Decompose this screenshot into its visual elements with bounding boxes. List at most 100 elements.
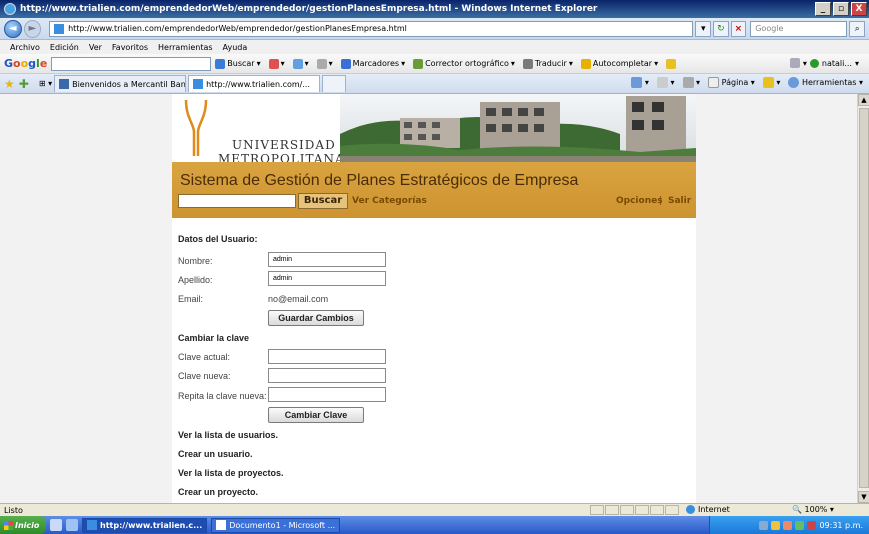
name-field[interactable]: admin (268, 252, 386, 267)
google-search-button[interactable]: Buscar ▾ (215, 58, 261, 69)
email-label: Email: (178, 294, 204, 304)
quicklaunch-desktop-icon[interactable] (50, 519, 62, 531)
address-bar[interactable]: http://www.trialien.com/emprendedorWeb/e… (49, 20, 694, 37)
start-button[interactable]: Inicio (0, 516, 46, 534)
google-user[interactable]: ▾ natali... ▾ (789, 58, 859, 68)
exit-link[interactable]: Salir (668, 196, 691, 206)
feeds-button[interactable]: ▾ (656, 77, 675, 88)
printer-icon (682, 77, 694, 88)
change-password-button[interactable]: Cambiar Clave (268, 407, 364, 423)
menu-edicion[interactable]: Edición (50, 43, 79, 52)
page-icon (54, 23, 65, 34)
create-user-link[interactable]: Crear un usuario. (178, 449, 253, 459)
stop-button[interactable]: × (730, 20, 747, 37)
home-button[interactable]: ▾ (631, 77, 649, 88)
zoom-level[interactable]: 🔍 100% ▾ (792, 505, 834, 514)
wrench-icon (316, 58, 327, 69)
scroll-up-button[interactable]: ▲ (858, 94, 869, 106)
pencil-button[interactable] (666, 58, 677, 69)
repeat-password-field[interactable] (268, 387, 386, 402)
forward-button[interactable]: ► (23, 19, 42, 38)
ie-icon (4, 3, 16, 15)
star-icon (340, 58, 351, 69)
page-menu[interactable]: Página ▾ (708, 77, 755, 88)
new-password-field[interactable] (268, 368, 386, 383)
tray-icon[interactable] (795, 520, 805, 530)
menu-favoritos[interactable]: Favoritos (112, 43, 148, 52)
window-titlebar: http://www.trialien.com/emprendedorWeb/e… (0, 0, 869, 18)
tools-menu[interactable]: Herramientas ▾ (788, 77, 863, 88)
menu-ayuda[interactable]: Ayuda (223, 43, 248, 52)
security-zone[interactable]: Internet (686, 505, 730, 514)
maximize-button[interactable]: ▫ (833, 2, 849, 16)
menu-ver[interactable]: Ver (89, 43, 102, 52)
list-users-link[interactable]: Ver la lista de usuarios. (178, 430, 278, 440)
create-project-link[interactable]: Crear un proyecto. (178, 487, 258, 497)
tray-icon[interactable] (759, 520, 769, 530)
site-search-input[interactable] (178, 194, 296, 208)
window-title: http://www.trialien.com/emprendedorWeb/e… (20, 4, 598, 14)
quick-tabs-icon[interactable]: ⊞ ▾ (39, 79, 52, 88)
menu-archivo[interactable]: Archivo (10, 43, 40, 52)
popup-blocker-button[interactable]: ▾ (268, 58, 285, 69)
lastname-label: Apellido: (178, 275, 213, 285)
refresh-button[interactable]: ↻ (713, 20, 729, 37)
word-task-icon (216, 520, 227, 530)
menu-herramientas[interactable]: Herramientas (158, 43, 213, 52)
site-search-button[interactable]: Buscar (298, 193, 348, 209)
share-button[interactable]: ▾ (292, 58, 309, 69)
campus-photo (340, 94, 696, 162)
spellcheck-button[interactable]: Corrector ortográfico ▾ (413, 58, 515, 69)
repeat-password-label: Repita la clave nueva: (178, 391, 267, 401)
search-icon (215, 58, 226, 69)
back-button[interactable]: ◄ (4, 19, 22, 38)
bank-favicon-icon (59, 79, 70, 89)
search-input[interactable]: Google (750, 20, 848, 37)
new-tab-button[interactable] (322, 75, 347, 92)
scroll-down-button[interactable]: ▼ (858, 491, 869, 503)
minimize-button[interactable]: _ (815, 2, 831, 16)
print-button[interactable]: ▾ (682, 77, 700, 88)
change-password-heading: Cambiar la clave (178, 333, 250, 343)
tray-icon[interactable] (771, 520, 781, 530)
search-button[interactable]: ⌕ (849, 20, 865, 37)
tab-trialien[interactable]: http://www.trialien.com/... x (188, 75, 321, 92)
name-label: Nombre: (178, 256, 213, 266)
autofill-button[interactable]: Autocompletar ▾ (580, 58, 658, 69)
save-changes-button[interactable]: Guardar Cambios (268, 310, 364, 326)
settings-icon (789, 58, 800, 68)
favorites-star-icon[interactable]: ★ (4, 77, 15, 91)
site-title: Sistema de Gestión de Planes Estratégico… (180, 172, 579, 189)
taskbar-ie-window[interactable]: http://www.trialien.c... (82, 517, 208, 533)
options-button[interactable]: ▾ (316, 58, 333, 69)
taskbar-word-window[interactable]: Documento1 - Microsoft ... (211, 517, 341, 533)
safety-menu[interactable]: ▾ (762, 77, 780, 88)
close-tab-icon[interactable]: x (319, 80, 320, 89)
google-search-input[interactable] (51, 56, 212, 71)
current-password-field[interactable] (268, 349, 386, 364)
lastname-field[interactable]: admin (268, 271, 386, 286)
categories-link[interactable]: Ver Categorías (352, 196, 427, 206)
close-button[interactable]: X (851, 2, 867, 16)
options-link[interactable]: Opciones (616, 196, 663, 206)
new-password-label: Clave nueva: (178, 371, 231, 381)
scroll-thumb[interactable] (859, 108, 869, 488)
quicklaunch-ie-icon[interactable] (66, 519, 78, 531)
vertical-scrollbar[interactable]: ▲ ▼ (857, 94, 869, 503)
tab-mercantil[interactable]: Bienvenidos a Mercantil Banc... (54, 75, 187, 92)
address-dropdown-button[interactable]: ▾ (695, 20, 712, 37)
bookmarks-button[interactable]: Marcadores ▾ (340, 58, 405, 69)
feeds-icon (656, 77, 668, 88)
tray-icon[interactable] (783, 520, 793, 530)
menu-bar: Archivo Edición Ver Favoritos Herramient… (0, 40, 869, 54)
list-projects-link[interactable]: Ver la lista de proyectos. (178, 468, 284, 478)
university-banner: UNIVERSIDAD METROPOLITANA (172, 94, 696, 166)
translate-button[interactable]: Traducir ▾ (522, 58, 573, 69)
add-favorites-icon[interactable]: ✚ (19, 77, 29, 91)
pencil-icon (666, 58, 677, 69)
address-url: http://www.trialien.com/emprendedorWeb/e… (68, 24, 407, 33)
tray-icon[interactable] (807, 520, 817, 530)
clock[interactable]: 09:31 p.m. (819, 521, 863, 530)
web-page: UNIVERSIDAD METROPOLITANA Sistema de Ges… (172, 94, 696, 503)
gear-icon (788, 77, 800, 88)
